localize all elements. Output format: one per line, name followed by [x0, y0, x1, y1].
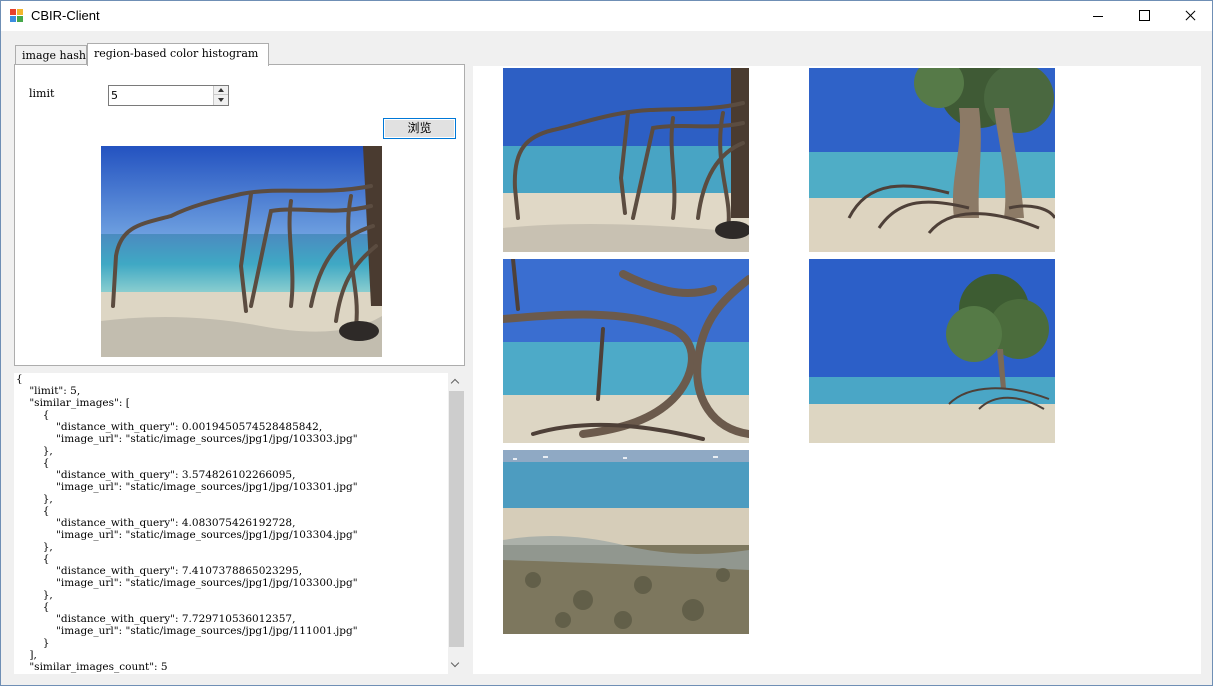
query-image [101, 146, 382, 357]
tab-image-hash[interactable]: image hash [15, 45, 87, 66]
minimize-icon[interactable] [1075, 1, 1121, 31]
limit-input[interactable] [109, 86, 211, 105]
browse-button[interactable]: 浏览 [383, 118, 456, 139]
scroll-up-icon[interactable] [448, 373, 465, 390]
result-image[interactable] [809, 68, 1055, 252]
window-title: CBIR-Client [31, 8, 100, 23]
result-image[interactable] [503, 68, 749, 252]
app-window: CBIR-Client image hash region-based colo… [0, 0, 1213, 686]
results-panel [473, 66, 1201, 674]
app-icon [10, 9, 24, 23]
limit-stepper[interactable] [108, 85, 229, 106]
scroll-thumb[interactable] [449, 391, 464, 647]
json-scrollbar[interactable] [448, 373, 465, 674]
result-image[interactable] [503, 450, 749, 634]
limit-label: limit [29, 87, 55, 100]
stepper-down-icon[interactable] [213, 95, 228, 105]
tab-region-color-histogram[interactable]: region-based color histogram [87, 43, 269, 66]
stepper-up-icon[interactable] [213, 86, 228, 95]
close-icon[interactable] [1167, 1, 1212, 31]
title-bar[interactable]: CBIR-Client [1, 1, 1212, 31]
scroll-down-icon[interactable] [448, 657, 465, 674]
result-image[interactable] [809, 259, 1055, 443]
tab-panel: limit 浏览 [14, 64, 465, 366]
result-json-text: { "limit": 5, "similar_images": [ { "dis… [16, 373, 358, 673]
maximize-icon[interactable] [1121, 1, 1167, 31]
result-image[interactable] [503, 259, 749, 443]
result-json-textbox[interactable]: { "limit": 5, "similar_images": [ { "dis… [14, 373, 465, 674]
